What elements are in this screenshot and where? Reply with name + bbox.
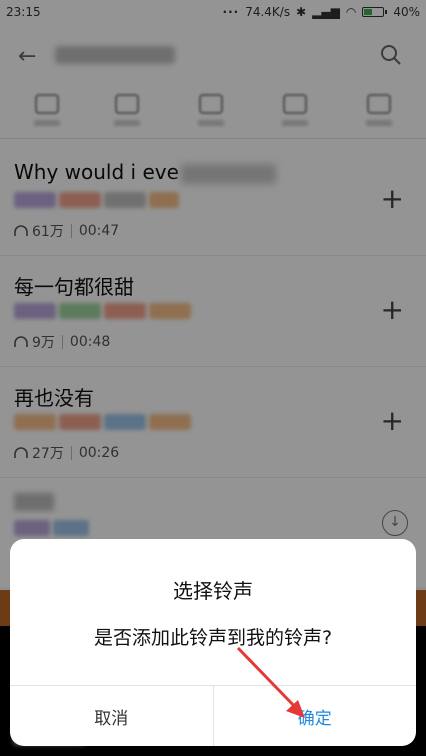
select-ringtone-dialog: 选择铃声 是否添加此铃声到我的铃声? 取消 确定	[10, 539, 416, 746]
background-strip	[0, 590, 10, 626]
background-strip	[416, 590, 426, 626]
dialog-message: 是否添加此铃声到我的铃声?	[93, 627, 333, 649]
dialog-title: 选择铃声	[173, 579, 253, 603]
cancel-button[interactable]: 取消	[10, 686, 214, 746]
dialog-buttons: 取消 确定	[10, 685, 416, 746]
confirm-button[interactable]: 确定	[214, 686, 417, 746]
